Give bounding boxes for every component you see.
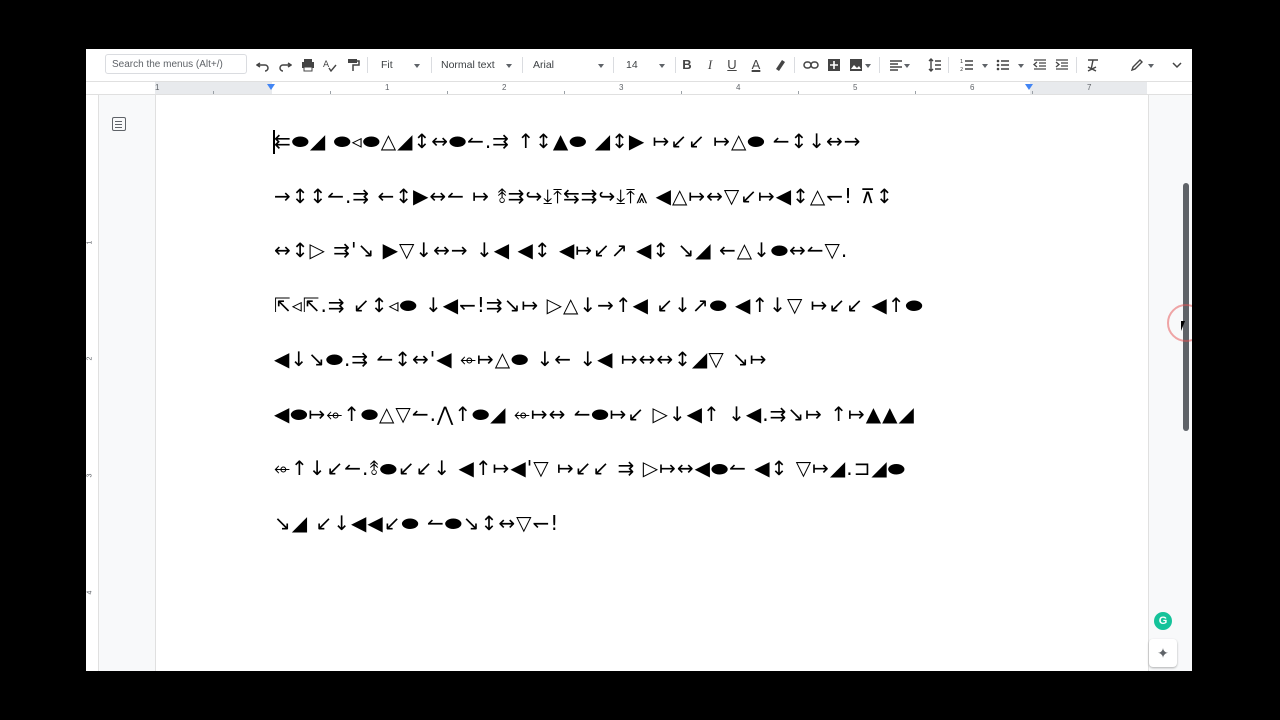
ruler-number: 6 [970,83,975,92]
print-icon[interactable] [299,56,317,74]
ruler-number: 4 [736,83,741,92]
separator [367,57,368,73]
vertical-ruler-number: 1 [86,240,94,245]
insert-image-icon[interactable] [847,56,865,74]
collapse-toolbar-icon[interactable] [1168,56,1186,74]
explore-icon[interactable]: ✦ [1149,639,1177,667]
ruler-tick [213,91,214,94]
chevron-down-icon[interactable] [1148,64,1154,68]
ruler-tick [447,91,448,94]
increase-indent-icon[interactable] [1053,56,1071,74]
separator [879,57,880,73]
editing-mode-icon[interactable] [1128,56,1146,74]
svg-text:2: 2 [960,67,963,72]
ruler-number: 2 [502,83,507,92]
ruler-number: 3 [619,83,624,92]
left-indent-marker[interactable] [267,84,275,90]
numbered-list-icon[interactable]: 12 [958,56,976,74]
chevron-down-icon[interactable] [414,64,420,68]
document-line: ◀↓↘⬬.⇉ ↼↕↔'◀ ⬰↦△⬬ ↓← ↓◀ ↦↔↔↕◢▽ ↘↦ [274,347,768,371]
vertical-ruler-number: 4 [86,590,94,595]
separator [431,57,432,73]
separator [613,57,614,73]
vertical-scrollbar[interactable] [1180,95,1192,671]
vertical-ruler[interactable]: 1 2 3 4 [86,95,99,671]
chevron-down-icon[interactable] [659,64,665,68]
link-icon[interactable] [802,56,820,74]
bold-button[interactable]: B [678,56,696,74]
ruler-tick [330,91,331,94]
underline-button[interactable]: U [723,56,741,74]
separator [794,57,795,73]
align-left-icon[interactable] [887,56,905,74]
ruler-track: 1 1 2 3 4 5 6 7 [155,82,1147,94]
paint-format-icon[interactable] [344,56,362,74]
search-menus-input[interactable]: Search the menus (Alt+/) [105,54,247,74]
grammarly-icon[interactable]: G [1154,612,1172,630]
chevron-down-icon[interactable] [865,64,871,68]
chevron-down-icon[interactable] [506,64,512,68]
document-line: ↔↕▷ ⇉'↘ ▶▽↓↔→ ↓◀ ◀↕ ◀↦↙↗ ◀↕ ↘◢ ←△↓⬬↔↼▽. [274,238,849,262]
font-size-select[interactable]: 14 [626,57,638,73]
line-spacing-icon[interactable] [926,56,944,74]
document-line: ⇇⬬◢ ⬬◃⬬△◢↕↔⬬↼.⇉ ↑↕▲⬬ ◢↕▶ ↦↙↙ ↦△⬬ ↼↕↓↔→ [274,129,862,153]
highlight-icon[interactable] [771,56,789,74]
horizontal-ruler[interactable]: 1 1 2 3 4 5 6 7 [86,82,1192,95]
ruler-number: 5 [853,83,858,92]
chevron-down-icon[interactable] [982,64,988,68]
zoom-select[interactable]: Fit [381,57,393,73]
undo-icon[interactable] [254,56,272,74]
font-select[interactable]: Arial [533,57,554,73]
decrease-indent-icon[interactable] [1031,56,1049,74]
document-line: ◀⬬↦⬰↑⬬△▽↼.⋀↑⬬◢ ⬰↦↔ ↼⬬↦↙ ▷↓◀↑ ↓◀.⇉↘↦ ↑↦▲▲… [274,401,915,426]
svg-text:1: 1 [960,59,963,65]
redo-icon[interactable] [276,56,294,74]
document-line: ⇱◃⇱.⇉ ↙↕◃⬬ ↓◀↽!⇉↘↦ ▷△↓→↑◀ ↙↓↗⬬ ◀↑↓▽ ↦↙↙ … [274,292,924,317]
separator [522,57,523,73]
right-indent-marker[interactable] [1025,84,1033,90]
separator [1076,57,1077,73]
ruler-number: 1 [385,83,390,92]
style-select[interactable]: Normal text [441,57,495,73]
document-line: →↕↕↼.⇉ ←↕▶↔↼ ↦ ⥉⇉↪⤓⤒⇆⇉↪⤓⤒⩓ ◀△↦↔▽↙↦◀↕△↽! … [274,183,894,208]
italic-button[interactable]: I [701,56,719,74]
separator [675,57,676,73]
toolbar: Search the menus (Alt+/) A Fit Normal te… [86,49,1192,82]
ruler-tick [681,91,682,94]
google-docs-window: Search the menus (Alt+/) A Fit Normal te… [86,49,1192,671]
separator [948,57,949,73]
document-page[interactable]: ⇇⬬◢ ⬬◃⬬△◢↕↔⬬↼.⇉ ↑↕▲⬬ ◢↕▶ ↦↙↙ ↦△⬬ ↼↕↓↔→ →… [155,95,1149,671]
document-line: ↘◢ ↙↓◀◀↙⬬ ↼⬬↘↕↔▽↽! [274,510,560,535]
ruler-tick [915,91,916,94]
spellcheck-icon[interactable]: A [321,56,339,74]
vertical-ruler-number: 3 [86,473,94,478]
clear-formatting-icon[interactable] [1084,56,1102,74]
chevron-down-icon[interactable] [1018,64,1024,68]
ruler-tick [1032,91,1033,94]
ruler-tick [798,91,799,94]
document-outline-icon[interactable] [112,117,126,131]
add-comment-icon[interactable] [825,56,843,74]
chevron-down-icon[interactable] [904,64,910,68]
mouse-pointer-icon [1181,321,1189,331]
text-color-button[interactable]: A [747,56,765,74]
document-body[interactable]: ⇇⬬◢ ⬬◃⬬△◢↕↔⬬↼.⇉ ↑↕▲⬬ ◢↕▶ ↦↙↙ ↦△⬬ ↼↕↓↔→ →… [274,127,1054,563]
bulleted-list-icon[interactable] [994,56,1012,74]
ruler-number: 1 [155,83,160,92]
ruler-tick [564,91,565,94]
document-line: ⬰↑↓↙↼.⥉⬬↙↙↓ ◀↑↦◀'▽ ↦↙↙ ⇉ ▷↦↔◀⬬↼ ◀↕ ▽↦◢.⊐… [274,456,906,480]
vertical-ruler-number: 2 [86,356,94,361]
ruler-number: 7 [1087,83,1092,92]
chevron-down-icon[interactable] [598,64,604,68]
